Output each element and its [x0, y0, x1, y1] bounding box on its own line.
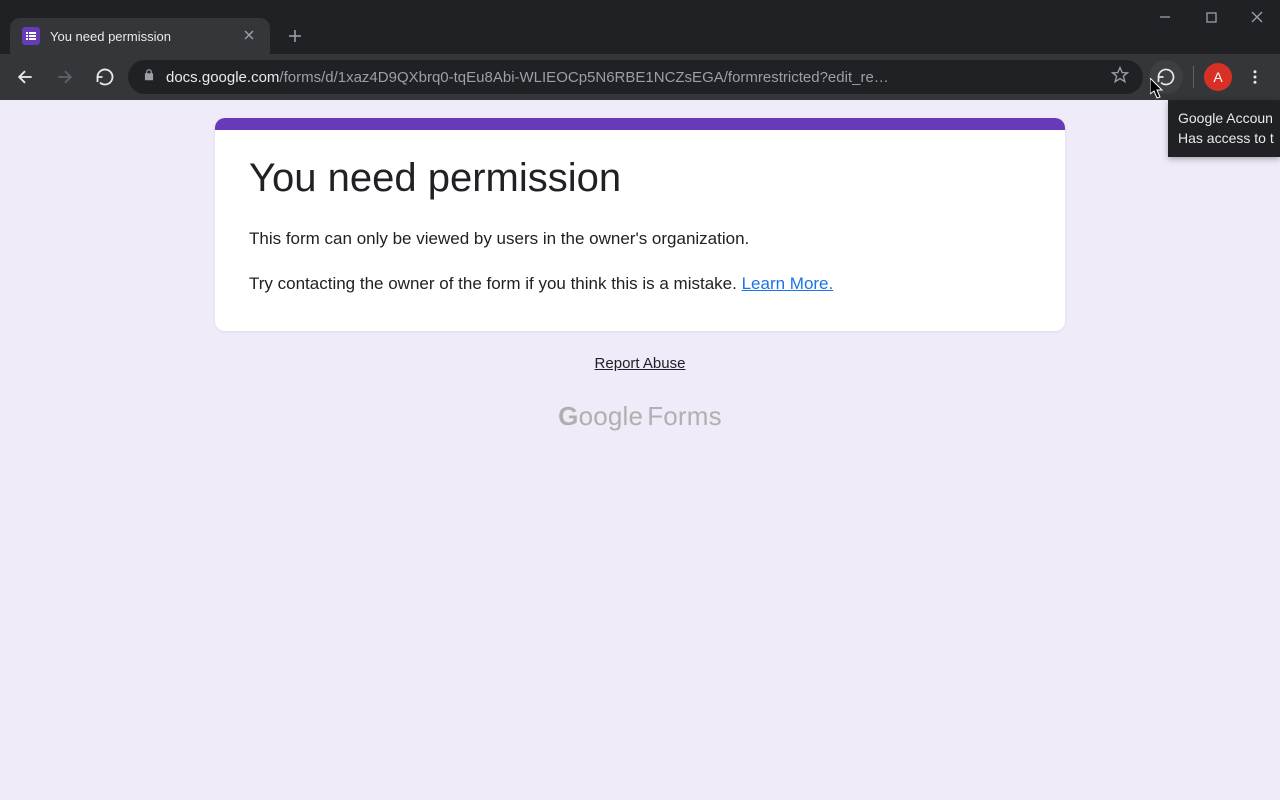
chrome-menu-button[interactable]: [1238, 60, 1272, 94]
lock-icon: [142, 68, 156, 86]
back-button[interactable]: [8, 60, 42, 94]
browser-tab[interactable]: You need permission: [10, 18, 270, 54]
extension-button[interactable]: [1149, 60, 1183, 94]
forward-button[interactable]: [48, 60, 82, 94]
bookmark-star-icon[interactable]: [1111, 66, 1129, 88]
permission-body-2: Try contacting the owner of the form if …: [249, 270, 1031, 297]
reload-button[interactable]: [88, 60, 122, 94]
new-tab-button[interactable]: [280, 21, 310, 51]
brand-forms: Forms: [647, 401, 722, 431]
learn-more-link[interactable]: Learn More.: [742, 274, 834, 293]
tab-strip: You need permission: [0, 12, 1280, 54]
profile-tooltip: Google Accoun Has access to t: [1168, 100, 1280, 157]
page-content: You need permission This form can only b…: [0, 100, 1280, 800]
url-host: docs.google.com: [166, 69, 279, 86]
avatar-initial: A: [1213, 69, 1222, 85]
url-text: docs.google.com/forms/d/1xaz4D9QXbrq0-tq…: [166, 69, 1101, 86]
browser-toolbar: docs.google.com/forms/d/1xaz4D9QXbrq0-tq…: [0, 54, 1280, 100]
body2-prefix: Try contacting the owner of the form if …: [249, 274, 742, 293]
window-maximize-button[interactable]: [1188, 0, 1234, 34]
toolbar-divider: [1193, 66, 1194, 88]
address-bar[interactable]: docs.google.com/forms/d/1xaz4D9QXbrq0-tq…: [128, 60, 1143, 94]
tooltip-line-1: Google Accoun: [1178, 108, 1270, 128]
brand-google: Google: [558, 401, 643, 431]
tab-close-button[interactable]: [240, 27, 258, 45]
forms-icon: [22, 27, 40, 45]
google-forms-brand: GoogleForms: [0, 401, 1280, 432]
permission-body-1: This form can only be viewed by users in…: [249, 225, 1031, 252]
window-controls: [1142, 0, 1280, 34]
profile-avatar[interactable]: A: [1204, 63, 1232, 91]
window-close-button[interactable]: [1234, 0, 1280, 34]
page-heading: You need permission: [249, 156, 1031, 201]
tab-title: You need permission: [50, 29, 230, 44]
tooltip-line-2: Has access to t: [1178, 128, 1270, 148]
report-abuse-row: Report Abuse: [0, 355, 1280, 373]
window-minimize-button[interactable]: [1142, 0, 1188, 34]
titlebar: [0, 0, 1280, 12]
report-abuse-link[interactable]: Report Abuse: [595, 355, 686, 372]
permission-card: You need permission This form can only b…: [215, 118, 1065, 331]
url-path: /forms/d/1xaz4D9QXbrq0-tqEu8Abi-WLIEOCp5…: [279, 69, 888, 86]
